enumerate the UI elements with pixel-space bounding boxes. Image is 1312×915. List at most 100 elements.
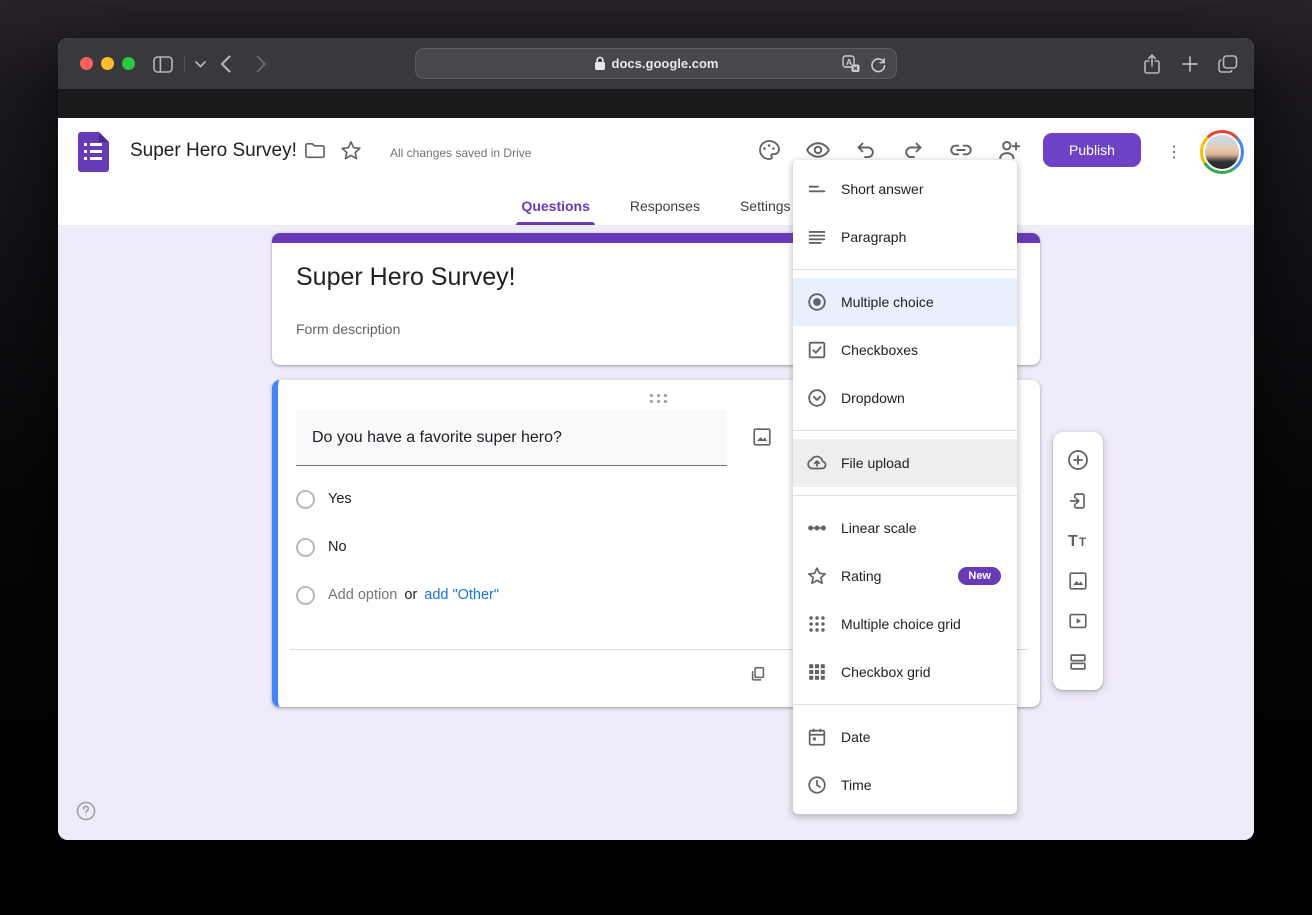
form-description[interactable]: Form description <box>296 321 400 337</box>
save-status: All changes saved in Drive <box>390 146 531 160</box>
time-icon <box>805 773 829 797</box>
menu-divider <box>793 269 1017 270</box>
move-folder-icon[interactable] <box>302 137 328 163</box>
question-title-input[interactable]: Do you have a favorite super hero? <box>296 410 727 466</box>
menu-item-date[interactable]: Date <box>793 713 1017 761</box>
minimize-window-button[interactable] <box>101 57 114 70</box>
option-row-yes[interactable]: Yes <box>296 487 352 511</box>
theme-palette-icon[interactable] <box>756 137 782 163</box>
linear-scale-icon <box>805 516 829 540</box>
option-row-add[interactable]: Add option or add "Other" <box>296 583 499 607</box>
browser-titlebar: docs.google.com A <box>58 38 1254 90</box>
radio-icon <box>296 490 315 509</box>
add-image-toolbar-icon[interactable] <box>1066 569 1090 593</box>
tab-questions[interactable]: Questions <box>508 186 602 225</box>
date-icon <box>805 725 829 749</box>
radio-icon <box>296 586 315 605</box>
option-row-no[interactable]: No <box>296 535 347 559</box>
import-questions-icon[interactable] <box>1066 489 1090 513</box>
add-section-icon[interactable] <box>1066 650 1090 674</box>
add-image-icon[interactable] <box>748 423 776 451</box>
menu-item-linear-scale[interactable]: Linear scale <box>793 504 1017 552</box>
zoom-window-button[interactable] <box>122 57 135 70</box>
menu-item-label: Checkboxes <box>841 342 918 358</box>
publish-button[interactable]: Publish <box>1043 133 1141 167</box>
back-icon[interactable] <box>213 52 237 76</box>
help-icon[interactable] <box>75 800 97 822</box>
option-label[interactable]: Yes <box>328 491 352 507</box>
duplicate-question-icon[interactable] <box>746 662 770 686</box>
reload-icon[interactable] <box>869 55 887 73</box>
more-options-icon[interactable]: ⋮ <box>1164 139 1184 165</box>
form-title[interactable]: Super Hero Survey! <box>296 263 516 292</box>
multiple-choice-icon <box>805 290 829 314</box>
menu-item-label: Checkbox grid <box>841 664 931 680</box>
file-upload-icon <box>805 451 829 475</box>
tab-responses[interactable]: Responses <box>617 186 713 225</box>
menu-item-label: Multiple choice grid <box>841 616 961 632</box>
checkboxes-icon <box>805 338 829 362</box>
short-answer-icon <box>805 177 829 201</box>
add-video-icon[interactable] <box>1066 609 1090 633</box>
translate-icon[interactable]: A <box>841 54 861 74</box>
lock-icon <box>594 56 606 71</box>
account-avatar[interactable] <box>1200 130 1244 174</box>
checkbox-grid-icon <box>805 660 829 684</box>
avatar-photo <box>1203 133 1241 171</box>
menu-item-file-upload[interactable]: File upload <box>793 439 1017 487</box>
paragraph-icon <box>805 225 829 249</box>
radio-icon <box>296 538 315 557</box>
forms-logo-icon[interactable] <box>78 132 109 172</box>
tab-overview-icon[interactable] <box>1216 52 1240 76</box>
add-other-link[interactable]: add "Other" <box>424 587 499 603</box>
menu-item-label: Rating <box>841 568 881 584</box>
star-icon[interactable] <box>338 137 364 163</box>
svg-text:T: T <box>1068 533 1078 550</box>
url-text: docs.google.com <box>612 56 719 71</box>
new-badge: New <box>958 567 1001 585</box>
new-tab-icon[interactable] <box>1178 52 1202 76</box>
tab-label: Questions <box>521 198 589 214</box>
add-option-label[interactable]: Add option <box>328 587 397 603</box>
document-title[interactable]: Super Hero Survey! <box>130 140 297 162</box>
tab-label: Responses <box>630 198 700 214</box>
menu-item-checkboxes[interactable]: Checkboxes <box>793 326 1017 374</box>
menu-item-multiple-choice[interactable]: Multiple choice <box>793 278 1017 326</box>
forms-header: Super Hero Survey! All changes saved in … <box>58 118 1254 186</box>
svg-text:T: T <box>1079 537 1086 549</box>
menu-item-label: Paragraph <box>841 229 906 245</box>
sidebar-toggle-icon[interactable] <box>151 52 175 76</box>
menu-item-multiple-choice-grid[interactable]: Multiple choice grid <box>793 600 1017 648</box>
menu-item-label: Date <box>841 729 871 745</box>
form-tabbar: Questions Responses Settings <box>58 186 1254 225</box>
question-type-menu: Short answer Paragraph Multiple choice C… <box>793 160 1017 814</box>
address-bar[interactable]: docs.google.com A <box>415 48 897 79</box>
menu-item-time[interactable]: Time <box>793 761 1017 809</box>
menu-item-label: Short answer <box>841 181 923 197</box>
add-question-icon[interactable] <box>1066 448 1090 472</box>
menu-item-label: Multiple choice <box>841 294 934 310</box>
browser-window: docs.google.com A <box>58 38 1254 840</box>
close-window-button[interactable] <box>80 57 93 70</box>
add-title-text-icon[interactable]: T T <box>1066 529 1090 553</box>
multiple-choice-grid-icon <box>805 612 829 636</box>
menu-item-checkbox-grid[interactable]: Checkbox grid <box>793 648 1017 696</box>
share-icon[interactable] <box>1140 52 1164 76</box>
menu-item-label: Dropdown <box>841 390 905 406</box>
rating-star-icon <box>805 564 829 588</box>
option-label[interactable]: No <box>328 539 347 555</box>
menu-divider <box>793 704 1017 705</box>
menu-item-dropdown[interactable]: Dropdown <box>793 374 1017 422</box>
menu-item-rating[interactable]: Rating New <box>793 552 1017 600</box>
traffic-lights <box>80 57 135 70</box>
forward-icon[interactable] <box>249 52 273 76</box>
menu-item-label: Time <box>841 777 872 793</box>
menu-item-label: Linear scale <box>841 520 917 536</box>
titlebar-divider <box>184 56 185 72</box>
menu-item-short-answer[interactable]: Short answer <box>793 165 1017 213</box>
menu-divider <box>793 495 1017 496</box>
sidebar-chevron-icon[interactable] <box>188 52 212 76</box>
menu-item-paragraph[interactable]: Paragraph <box>793 213 1017 261</box>
menu-divider <box>793 430 1017 431</box>
menu-item-label: File upload <box>841 455 910 471</box>
